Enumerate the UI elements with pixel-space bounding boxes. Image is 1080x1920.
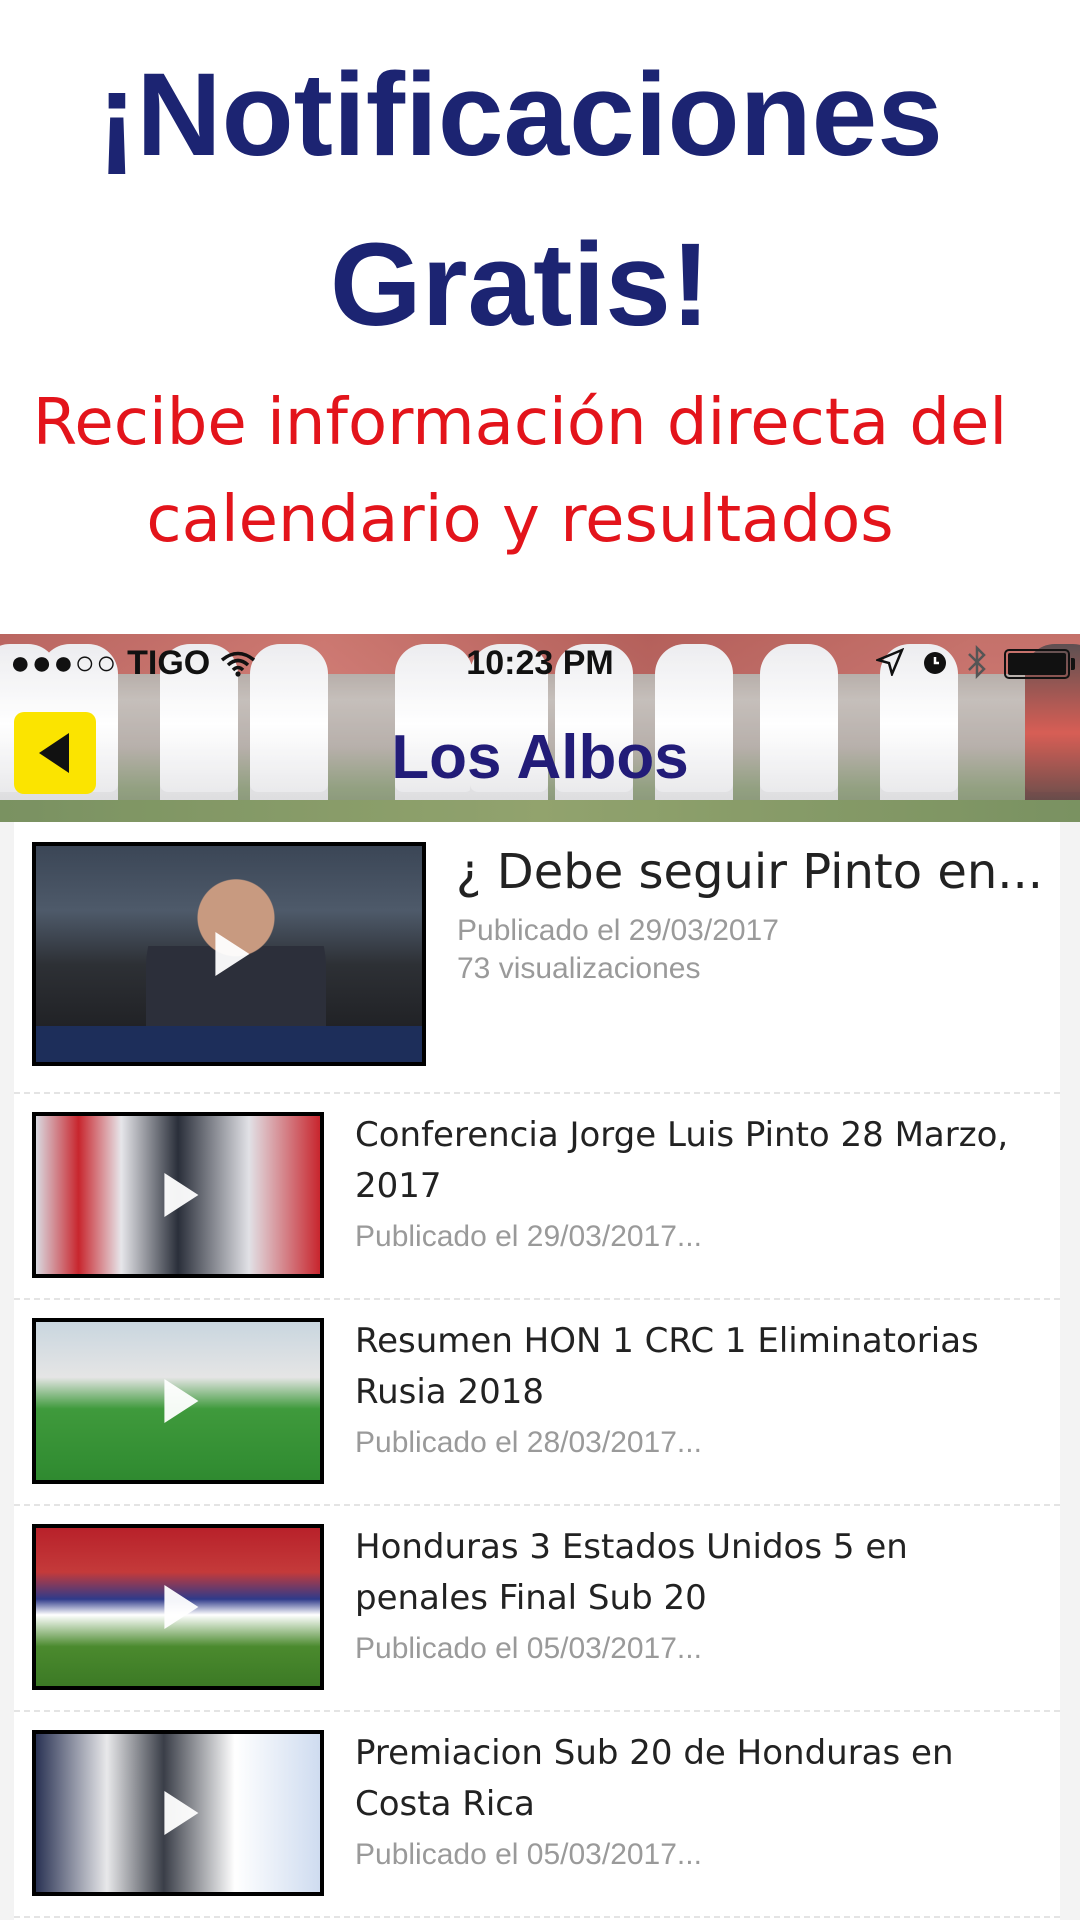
- video-published-date: Publicado el 28/03/2017...: [355, 1426, 702, 1459]
- video-thumbnail[interactable]: [32, 1730, 324, 1896]
- promo-title-line1: ¡Notificaciones: [97, 49, 943, 181]
- battery-icon: [1004, 649, 1075, 679]
- phone-screen: ●●●○○ TIGO 10:23 PM Los Albos ¿ Debe seg…: [0, 634, 1080, 1920]
- play-icon: [215, 932, 250, 976]
- list-item[interactable]: Honduras 3 Estados Unidos 5 en penales F…: [14, 1506, 1060, 1712]
- video-thumbnail[interactable]: [32, 1318, 324, 1484]
- video-title: Resumen HON 1 CRC 1 Eliminatorias Rusia …: [355, 1321, 979, 1412]
- video-title: Honduras 3 Estados Unidos 5 en penales F…: [355, 1527, 908, 1618]
- video-published-date: Publicado el 29/03/2017: [457, 914, 779, 947]
- video-published-date: Publicado el 05/03/2017...: [355, 1632, 702, 1665]
- location-arrow-icon: [874, 647, 905, 681]
- status-bar: ●●●○○ TIGO 10:23 PM: [0, 634, 1080, 694]
- video-published-date: Publicado el 29/03/2017...: [355, 1220, 702, 1253]
- video-thumbnail[interactable]: [32, 842, 426, 1066]
- video-thumbnail[interactable]: [32, 1524, 324, 1690]
- list-item[interactable]: Premiacion Sub 20 de Honduras en Costa R…: [14, 1712, 1060, 1918]
- list-item[interactable]: Conferencia Jorge Luis Pinto 28 Marzo, 2…: [14, 1094, 1060, 1300]
- video-title: Premiacion Sub 20 de Honduras en Costa R…: [355, 1733, 954, 1824]
- promo-title-line2: Gratis!: [329, 219, 711, 351]
- promo-subtitle-line1: Recibe información directa del: [32, 386, 1008, 460]
- play-icon: [164, 1173, 199, 1217]
- nav-title: Los Albos: [391, 723, 689, 792]
- status-icons: [874, 644, 1075, 684]
- promo-banner: ¡Notificaciones Gratis! Recibe informaci…: [0, 0, 1080, 634]
- alarm-clock-icon: [920, 647, 950, 682]
- video-thumbnail[interactable]: [32, 1112, 324, 1278]
- play-icon: [164, 1585, 199, 1629]
- video-title: ¿ Debe seguir Pinto en...: [456, 844, 1044, 900]
- play-icon: [164, 1791, 199, 1835]
- play-icon: [164, 1379, 199, 1423]
- list-item[interactable]: Resumen HON 1 CRC 1 Eliminatorias Rusia …: [14, 1300, 1060, 1506]
- video-title: Conferencia Jorge Luis Pinto 28 Marzo, 2…: [355, 1115, 1009, 1206]
- bluetooth-icon: [966, 644, 988, 684]
- promo-subtitle-line2: calendario y resultados: [146, 483, 894, 557]
- video-published-date: Publicado el 05/03/2017...: [355, 1838, 702, 1871]
- featured-video-item[interactable]: ¿ Debe seguir Pinto en... Publicado el 2…: [14, 822, 1060, 1094]
- video-list: ¿ Debe seguir Pinto en... Publicado el 2…: [14, 822, 1060, 1920]
- video-view-count: 73 visualizaciones: [457, 952, 701, 985]
